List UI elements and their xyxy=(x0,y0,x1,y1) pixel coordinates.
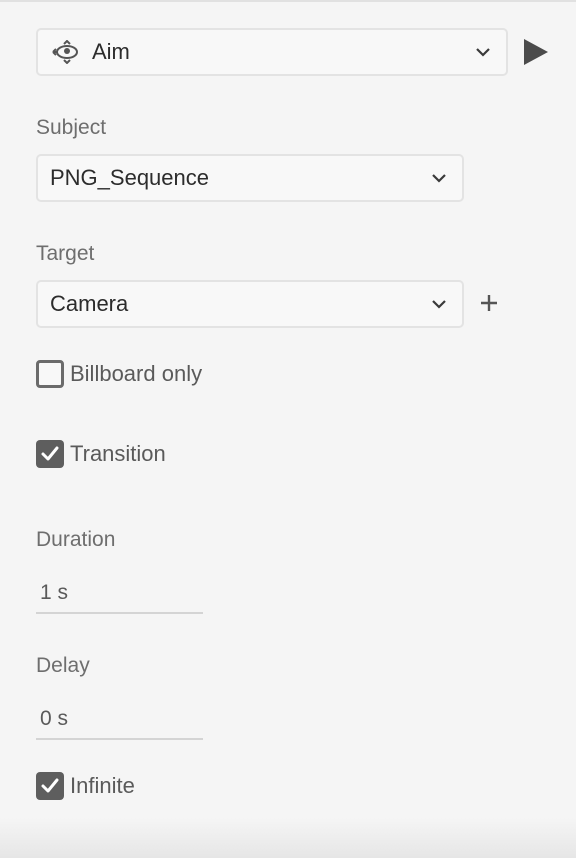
transition-checkbox-row[interactable]: Transition xyxy=(36,440,166,468)
delay-field[interactable]: 0 s xyxy=(36,700,203,740)
plus-icon xyxy=(481,295,497,311)
billboard-only-checkbox-row[interactable]: Billboard only xyxy=(36,360,202,388)
panel-bottom-fade xyxy=(0,818,576,858)
duration-label: Duration xyxy=(36,528,116,551)
behavior-dropdown-value: Aim xyxy=(92,39,130,64)
checkmark-icon xyxy=(41,778,59,793)
play-icon xyxy=(524,39,548,65)
billboard-only-checkbox[interactable] xyxy=(36,360,64,388)
duration-value: 1 s xyxy=(40,581,69,604)
subject-label: Subject xyxy=(36,116,107,139)
duration-field[interactable]: 1 s xyxy=(36,574,203,614)
infinite-checkbox[interactable] xyxy=(36,772,64,800)
aim-eye-icon xyxy=(50,39,86,65)
behavior-dropdown[interactable]: Aim xyxy=(36,28,508,76)
delay-label: Delay xyxy=(36,654,90,677)
chevron-down-icon xyxy=(430,295,448,313)
transition-checkbox[interactable] xyxy=(36,440,64,468)
infinite-label: Infinite xyxy=(70,773,135,798)
play-button[interactable] xyxy=(518,36,552,68)
target-dropdown-value: Camera xyxy=(50,291,129,316)
chevron-down-icon xyxy=(474,43,492,61)
checkmark-icon xyxy=(41,446,59,461)
add-target-button[interactable] xyxy=(476,290,502,316)
target-label: Target xyxy=(36,242,95,265)
subject-dropdown[interactable]: PNG_Sequence xyxy=(36,154,464,202)
transition-label: Transition xyxy=(70,441,166,466)
target-dropdown[interactable]: Camera xyxy=(36,280,464,328)
subject-dropdown-value: PNG_Sequence xyxy=(50,165,209,190)
infinite-checkbox-row[interactable]: Infinite xyxy=(36,772,135,800)
panel-top-border xyxy=(0,0,576,2)
billboard-only-label: Billboard only xyxy=(70,361,203,386)
delay-value: 0 s xyxy=(40,707,69,730)
chevron-down-icon xyxy=(430,169,448,187)
